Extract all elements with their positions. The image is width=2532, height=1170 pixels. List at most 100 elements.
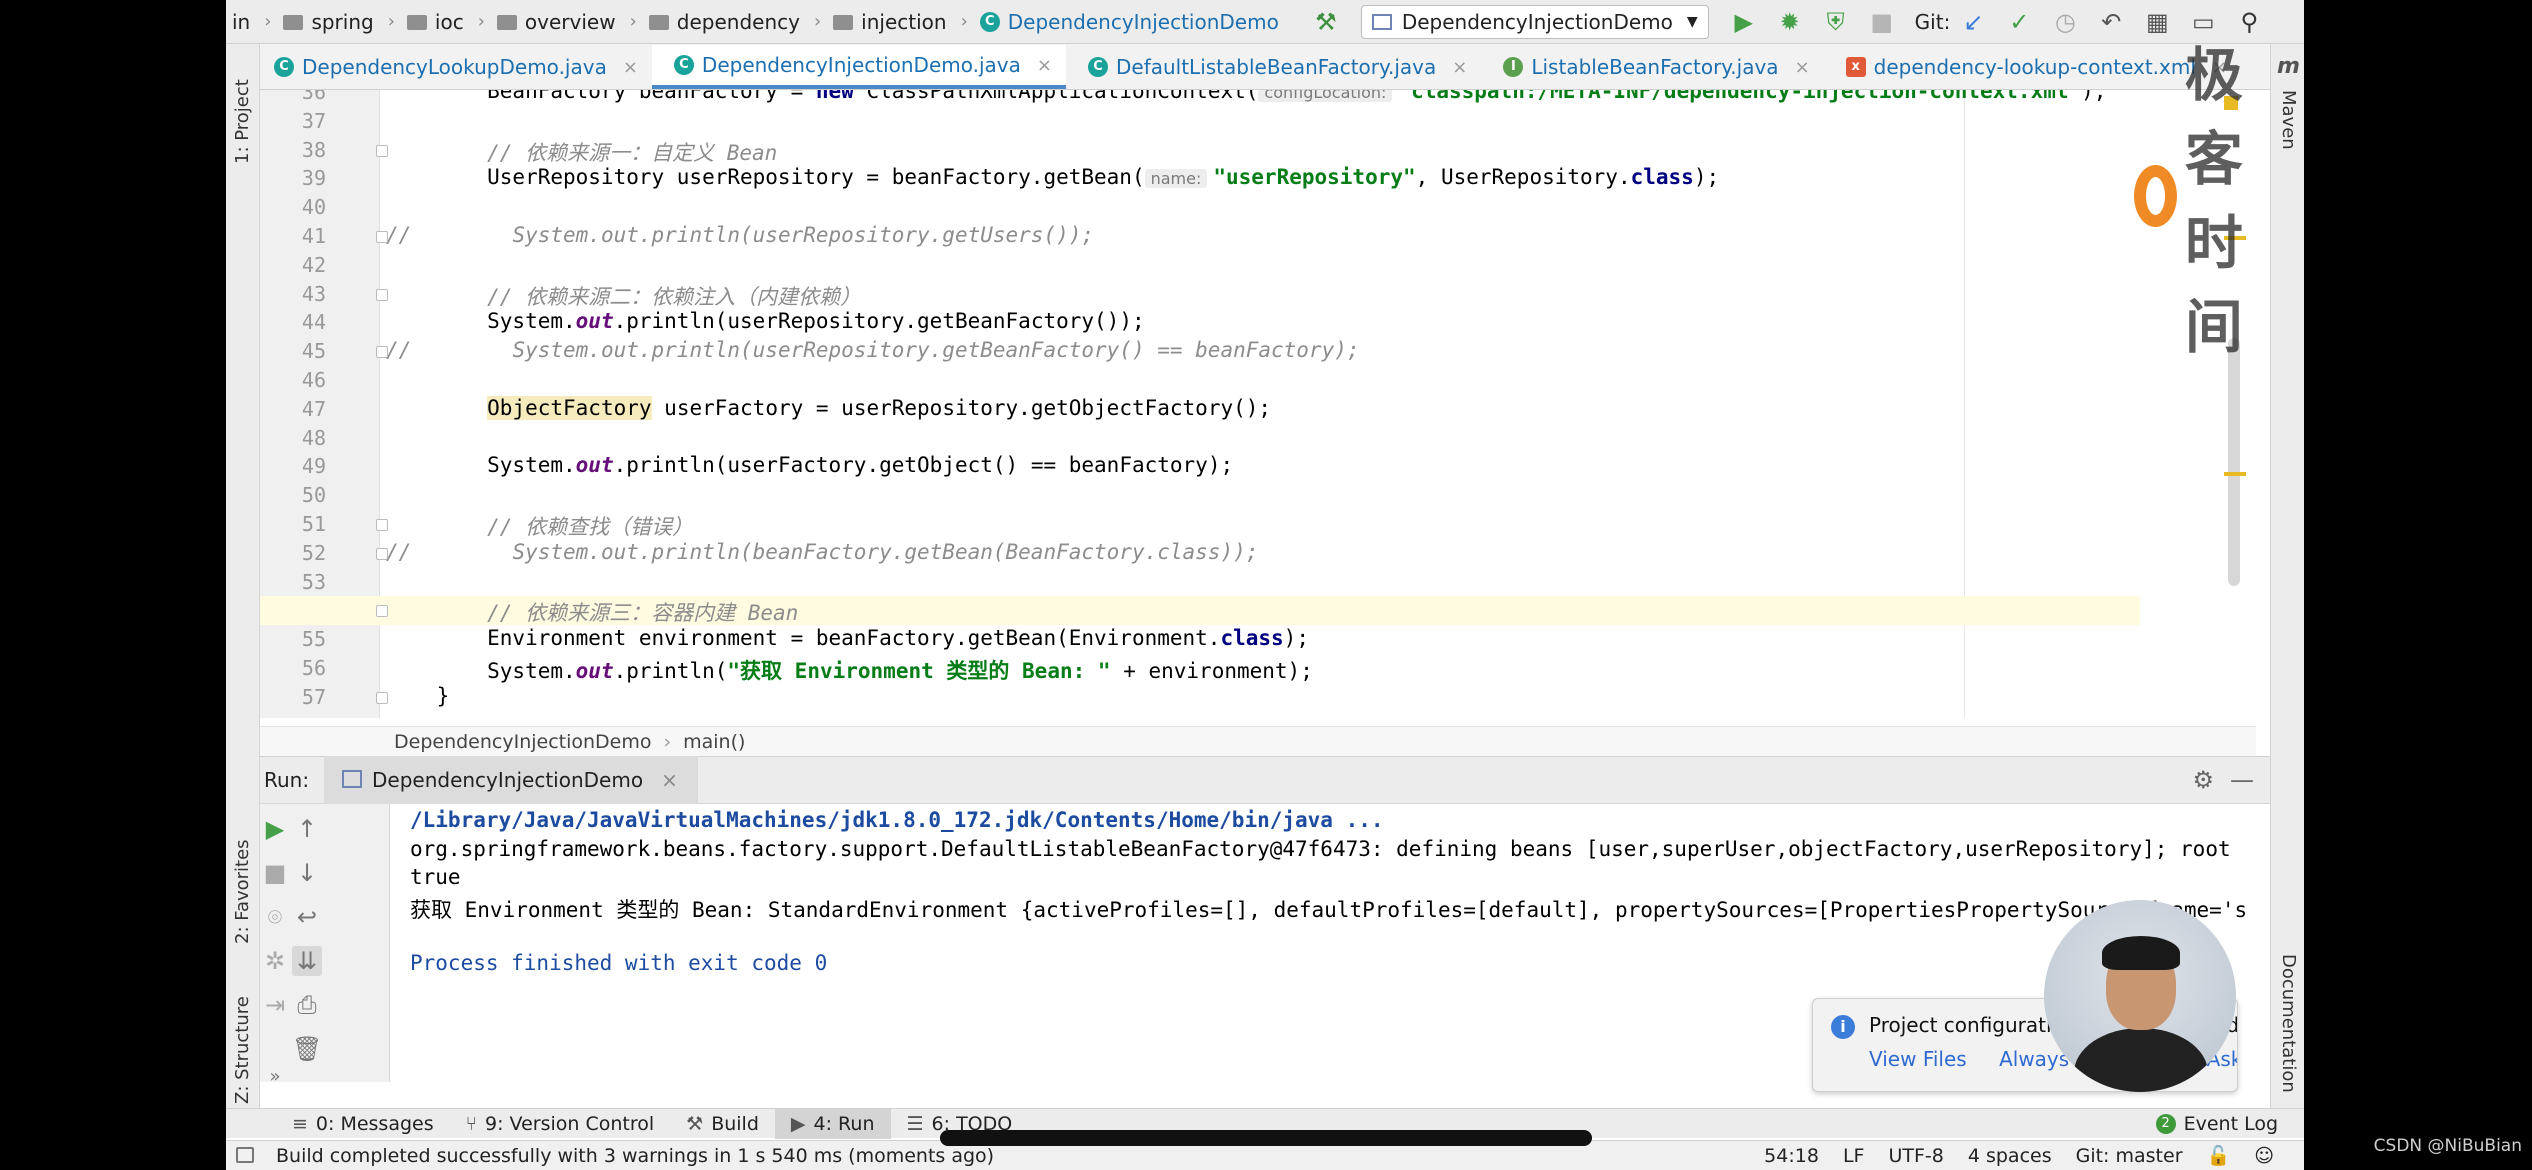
tab-dependency-lookup-demo[interactable]: C DependencyLookupDemo.java × (226, 45, 652, 89)
stop-icon[interactable]: ■ (260, 858, 290, 888)
git-commit-icon[interactable]: ✓ (2004, 7, 2034, 37)
tab-dependency-injection-demo[interactable]: C DependencyInjectionDemo.java × (651, 45, 1066, 89)
close-icon[interactable]: × (1037, 55, 1052, 76)
inspector-icon[interactable]: ☺ (2254, 1145, 2274, 1167)
code-line[interactable] (260, 481, 2140, 510)
tool-messages[interactable]: ≡ 0: Messages (276, 1109, 450, 1139)
code-line[interactable] (260, 366, 2140, 395)
code-line[interactable]: // 依赖来源二：依赖注入（内建依赖） (260, 280, 2140, 309)
home-indicator[interactable] (940, 1130, 1592, 1146)
tool-build[interactable]: ⚒ Build (670, 1109, 775, 1139)
tool-version-control[interactable]: ⑂ 9: Version Control (450, 1109, 671, 1139)
tool-windows-toggle-icon[interactable] (236, 1147, 254, 1163)
code-line[interactable]: } (260, 683, 2140, 712)
breadcrumb-class[interactable]: C DependencyInjectionDemo (974, 10, 1285, 34)
indent-setting[interactable]: 4 spaces (1968, 1145, 2052, 1167)
breadcrumb-in[interactable]: in › (226, 10, 277, 34)
code-line[interactable]: System.out.println(userFactory.getObject… (260, 452, 2140, 481)
lock-icon[interactable]: 🔓 (2207, 1144, 2231, 1167)
view-files-link[interactable]: View Files (1869, 1047, 1967, 1071)
tab-default-listable-bean-factory[interactable]: C DefaultListableBeanFactory.java × (1066, 45, 1481, 89)
breadcrumb-ioc[interactable]: ioc › (401, 10, 491, 34)
favorites-tool-button[interactable]: 2: Favorites (232, 839, 253, 944)
close-icon[interactable]: × (1795, 57, 1810, 78)
close-icon[interactable]: × (623, 57, 638, 78)
login-icon[interactable]: ⇥ (260, 990, 290, 1020)
code-line[interactable]: System.out.println("获取 Environment 类型的 B… (260, 654, 2140, 683)
run-tab[interactable]: DependencyInjectionDemo × (324, 756, 698, 804)
documentation-tool-button[interactable]: Documentation (2278, 954, 2299, 1093)
line-separator[interactable]: LF (1843, 1145, 1865, 1167)
current-code-line[interactable]: // 依赖来源三：容器内建 Bean (260, 596, 2140, 625)
code-line[interactable] (260, 424, 2140, 453)
code-line[interactable] (260, 193, 2140, 222)
structure-tool-button[interactable]: Z: Structure (232, 996, 253, 1104)
code-line[interactable]: ObjectFactory userFactory = userReposito… (260, 395, 2140, 424)
camera-icon[interactable]: ⌾ (260, 902, 290, 932)
file-encoding[interactable]: UTF-8 (1888, 1145, 1943, 1167)
code-line[interactable]: System.out.println(userRepository.getBea… (260, 308, 2140, 337)
scroll-up-icon[interactable]: ↑ (292, 814, 322, 844)
settings-icon[interactable]: ✲ (260, 946, 290, 976)
scroll-to-end-icon[interactable]: ⇊ (292, 946, 322, 976)
fold-marker-icon[interactable] (376, 605, 388, 618)
code-line[interactable]: // System.out.println(userRepository.get… (260, 337, 2140, 366)
fold-marker-icon[interactable] (376, 231, 388, 243)
debug-icon[interactable]: ✹ (1775, 7, 1805, 37)
code-line[interactable]: BeanFactory beanFactory = new ClassPathX… (260, 90, 2140, 107)
editor-scrollbar[interactable] (2228, 338, 2240, 586)
close-icon[interactable]: × (1452, 57, 1467, 78)
gear-icon[interactable]: ⚙ (2192, 766, 2214, 794)
project-tool-button[interactable]: 1: Project (232, 79, 253, 164)
code-token: .println(userRepository.getBeanFactory()… (613, 309, 1145, 334)
code-line[interactable]: // System.out.println(beanFactory.getBea… (260, 539, 2140, 568)
fold-marker-icon[interactable] (376, 144, 388, 157)
code-line[interactable] (260, 568, 2140, 597)
caret-position[interactable]: 54:18 (1764, 1145, 1819, 1167)
build-hammer-icon[interactable]: ⚒ (1311, 7, 1341, 37)
stop-icon[interactable]: ■ (1867, 7, 1897, 37)
tab-listable-bean-factory[interactable]: I ListableBeanFactory.java × (1481, 45, 1823, 89)
trash-icon[interactable]: 🗑 (292, 1034, 322, 1064)
breadcrumb-method-name[interactable]: main() (683, 731, 745, 753)
scroll-down-icon[interactable]: ↓ (292, 858, 322, 888)
warning-marker[interactable] (2224, 472, 2246, 476)
close-icon[interactable]: × (661, 768, 678, 792)
breadcrumb-injection[interactable]: injection › (827, 10, 974, 34)
code-token: new (815, 90, 854, 103)
rerun-icon[interactable]: ▶ (260, 814, 290, 844)
breadcrumb-spring[interactable]: spring › (277, 10, 400, 34)
code-editor[interactable]: 3637383940414243444546474849505152535455… (260, 90, 2256, 718)
code-line[interactable] (260, 251, 2140, 280)
code-line[interactable]: Environment environment = beanFactory.ge… (260, 625, 2140, 654)
breadcrumb-dependency[interactable]: dependency › (643, 10, 827, 34)
code-line[interactable]: // System.out.println(userRepository.get… (260, 222, 2140, 251)
event-log-button[interactable]: 2 Event Log (2155, 1113, 2278, 1135)
fold-marker-icon[interactable] (376, 547, 388, 560)
code-line[interactable]: UserRepository userRepository = beanFact… (260, 164, 2140, 193)
code-line[interactable]: // 依赖来源一：自定义 Bean (260, 136, 2140, 165)
breadcrumb-overview[interactable]: overview › (491, 10, 643, 34)
run-configuration-select[interactable]: DependencyInjectionDemo ▼ (1360, 4, 1709, 39)
run-icon[interactable]: ▶ (1729, 7, 1759, 37)
print-icon[interactable]: ⎙ (292, 990, 322, 1020)
fold-marker-icon[interactable] (376, 691, 388, 704)
code-line[interactable]: // 依赖查找（错误） (260, 510, 2140, 539)
expand-more-icon[interactable]: » (260, 1062, 290, 1092)
fold-marker-icon[interactable] (376, 519, 388, 531)
status-message[interactable]: Build completed successfully with 3 warn… (276, 1145, 994, 1167)
git-branch[interactable]: Git: master (2076, 1145, 2183, 1167)
tool-run[interactable]: ▶ 4: Run (774, 1108, 891, 1139)
code-line[interactable] (260, 107, 2140, 136)
git-rollback-icon[interactable]: ↶ (2096, 7, 2126, 37)
soft-wrap-icon[interactable]: ↩ (292, 902, 322, 932)
run-panel-label: Run: (264, 768, 310, 792)
git-update-icon[interactable]: ↙ (1958, 7, 1988, 37)
minimize-icon[interactable]: — (2230, 766, 2254, 794)
fold-marker-icon[interactable] (376, 288, 388, 301)
git-history-icon[interactable]: ◷ (2050, 7, 2080, 37)
fold-marker-icon[interactable] (376, 346, 388, 359)
coverage-icon[interactable]: ⛨ (1821, 7, 1851, 37)
breadcrumb-class-name[interactable]: DependencyInjectionDemo (394, 731, 652, 753)
editor-tabs: C DependencyLookupDemo.java × C DependencyI… (226, 44, 2304, 90)
